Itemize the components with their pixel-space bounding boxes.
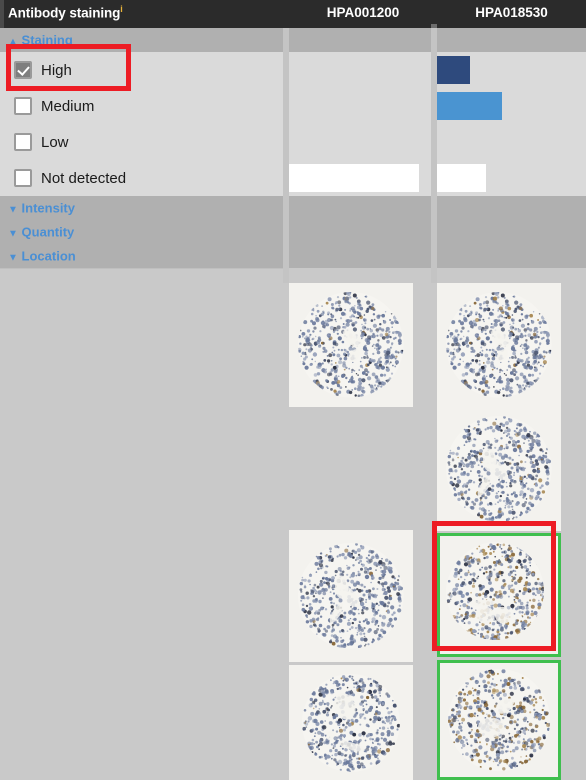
filter-option-cell-col2 (437, 124, 586, 161)
tissue-image-c1-img-1[interactable] (289, 283, 413, 407)
tissue-image-c1-img-2[interactable] (289, 530, 413, 662)
filter-option-label: Not detected (41, 169, 127, 187)
filter-option-row-low[interactable]: Low (0, 124, 586, 161)
filter-group-cell-col2 (437, 28, 586, 52)
filter-group-cell-col1 (289, 196, 431, 220)
filter-group-location[interactable]: ▼ Location (0, 244, 586, 269)
filter-group-label-cell: ▼ Location (0, 244, 283, 269)
filter-option-cell-col1 (289, 124, 431, 161)
filter-option-label-cell: Low (0, 124, 283, 161)
filter-option-cell-col1 (289, 88, 431, 125)
filter-group-cell-col1 (289, 28, 431, 52)
image-column-hpa001200 (289, 283, 431, 780)
tissue-image-c2-img-3[interactable] (437, 533, 561, 657)
filter-group-quantity[interactable]: ▼ Quantity (0, 220, 586, 245)
filter-option-cell-col2 (437, 160, 586, 197)
filter-option-row-high[interactable]: High (0, 52, 586, 89)
filter-group-name: Staining (21, 32, 73, 48)
filter-option-label-cell: High (0, 52, 283, 89)
checkbox-not-detected[interactable] (14, 169, 32, 187)
filter-group-title: ▼ Location (8, 249, 76, 264)
info-superscript-icon: i (120, 4, 123, 14)
staining-bar (437, 56, 470, 84)
filter-group-cell-col1 (289, 244, 431, 268)
checkbox-high[interactable] (14, 61, 32, 79)
filter-group-label-cell: ▲ Staining (0, 28, 283, 53)
filter-group-cell-col1 (289, 220, 431, 244)
tissue-image-c2-img-1[interactable] (437, 283, 561, 407)
filter-group-staining[interactable]: ▲ Staining (0, 28, 586, 53)
filter-option-cell-col1 (289, 160, 431, 197)
filter-option-cell-col2 (437, 88, 586, 125)
staining-bar (289, 164, 419, 192)
column-header-hpa001200[interactable]: HPA001200 (289, 5, 437, 20)
filter-option-label-cell: Medium (0, 88, 283, 125)
checkbox-low[interactable] (14, 133, 32, 151)
chevron-down-icon: ▼ (8, 228, 18, 240)
chevron-up-icon: ▲ (8, 36, 18, 48)
filter-group-name: Quantity (21, 224, 75, 240)
image-column-hpa018530 (437, 283, 586, 780)
staining-bar (437, 92, 502, 120)
filter-option-row-medium[interactable]: Medium (0, 88, 586, 125)
tissue-image-c2-img-2[interactable] (437, 407, 561, 531)
filter-option-cell-col2 (437, 52, 586, 89)
tissue-image-c1-img-3[interactable] (289, 665, 413, 780)
filter-option-row-not-detected[interactable]: Not detected (0, 160, 586, 197)
filter-group-label-cell: ▼ Quantity (0, 220, 283, 245)
staining-bar (437, 164, 486, 192)
filter-group-name: Intensity (21, 200, 75, 216)
filter-group-cell-col2 (437, 220, 586, 244)
tissue-image-c2-img-4[interactable] (437, 660, 561, 780)
page-title-text: Antibody staining (8, 5, 121, 21)
tissue-image-grid (0, 283, 586, 780)
header-left-rule (0, 0, 4, 28)
checkbox-medium[interactable] (14, 97, 32, 115)
filter-group-cell-col2 (437, 196, 586, 220)
filter-option-label: Low (41, 133, 69, 151)
filter-option-label-cell: Not detected (0, 160, 283, 197)
filter-group-title: ▼ Intensity (8, 201, 75, 216)
page-title: Antibody stainingi (8, 4, 123, 21)
table-header: Antibody stainingi HPA001200 HPA018530 (0, 0, 586, 28)
filter-group-intensity[interactable]: ▼ Intensity (0, 196, 586, 221)
filter-group-cell-col2 (437, 244, 586, 268)
filter-option-label: Medium (41, 97, 95, 115)
filter-option-label: High (41, 61, 72, 79)
filter-group-name: Location (21, 248, 76, 264)
filter-group-title: ▲ Staining (8, 33, 73, 48)
column-header-hpa018530[interactable]: HPA018530 (437, 5, 586, 20)
chevron-down-icon: ▼ (8, 252, 18, 264)
filter-option-cell-col1 (289, 52, 431, 89)
filter-group-label-cell: ▼ Intensity (0, 196, 283, 221)
antibody-staining-panel: Antibody stainingi HPA001200 HPA018530 ▲… (0, 0, 586, 780)
filter-group-title: ▼ Quantity (8, 225, 74, 240)
chevron-down-icon: ▼ (8, 204, 18, 216)
